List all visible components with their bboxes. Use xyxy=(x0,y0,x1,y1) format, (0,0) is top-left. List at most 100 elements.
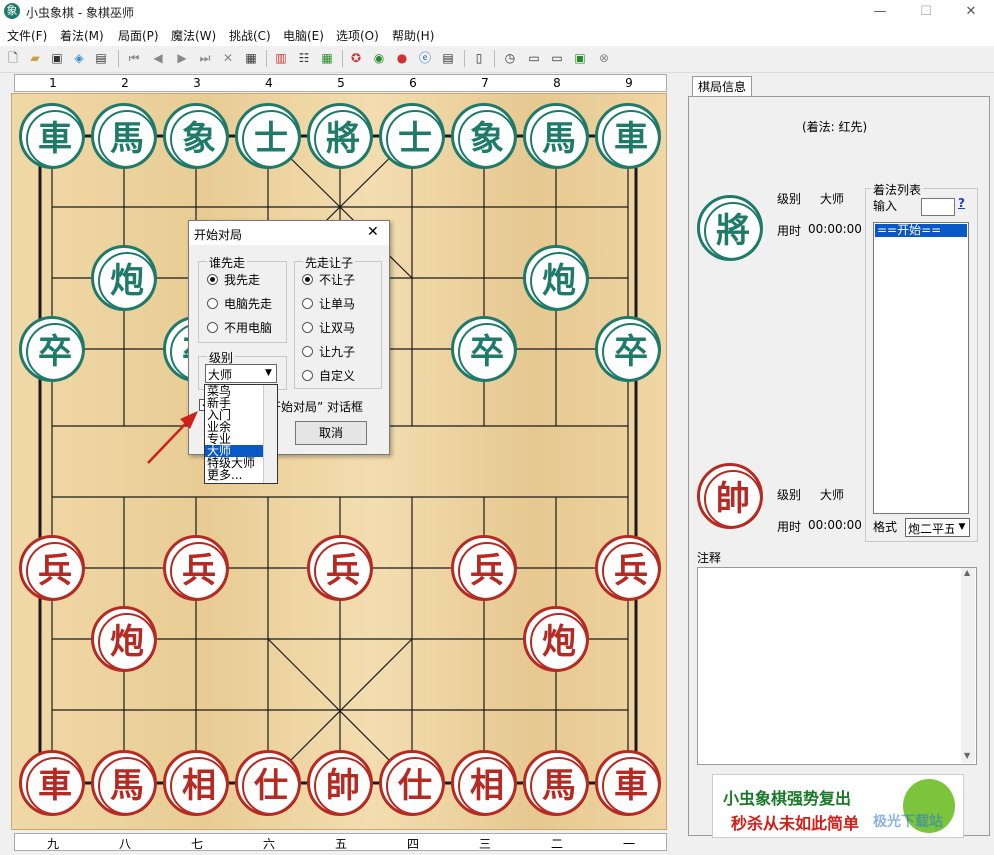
first-move-icon[interactable]: ⏮ xyxy=(126,50,142,66)
file-label: 二 xyxy=(550,837,563,851)
red-soldier[interactable]: 兵 xyxy=(163,535,229,601)
ad-banner[interactable]: 小虫象棋强势复出 秒杀从未如此简单 极光下载站 xyxy=(712,774,964,838)
red-cannon[interactable]: 炮 xyxy=(91,606,157,672)
prev-move-icon[interactable]: ◀ xyxy=(150,50,166,66)
red-soldier[interactable]: 兵 xyxy=(451,535,517,601)
menu-help[interactable]: 帮助(H) xyxy=(392,27,434,44)
black-general[interactable]: 將 xyxy=(307,103,373,169)
scroll-up-icon[interactable]: ▲ xyxy=(964,568,970,577)
stop-icon[interactable]: ⊗ xyxy=(596,50,612,66)
radio-two-horses[interactable]: 让双马 xyxy=(302,319,355,336)
menu-position[interactable]: 局面(P) xyxy=(118,27,159,44)
red-cannon[interactable]: 炮 xyxy=(523,606,589,672)
notes-textarea[interactable] xyxy=(697,567,977,765)
menu-file[interactable]: 文件(F) xyxy=(7,27,47,44)
file-label: 3 xyxy=(193,76,201,90)
weibo-icon[interactable]: ● xyxy=(394,50,410,66)
cancel-button[interactable]: 取消 xyxy=(295,421,367,445)
red-elephant[interactable]: 相 xyxy=(163,750,229,816)
black-elephant[interactable]: 象 xyxy=(451,103,517,169)
file-label: 八 xyxy=(118,837,131,851)
black-advisor[interactable]: 士 xyxy=(379,103,445,169)
engine-icon[interactable]: ✪ xyxy=(348,50,364,66)
file-label: 8 xyxy=(553,76,561,90)
chevron-down-icon[interactable]: ▼ xyxy=(956,519,968,536)
computer-icon[interactable]: ▭ xyxy=(526,50,542,66)
book-icon[interactable]: ◈ xyxy=(71,50,87,66)
red-elephant[interactable]: 相 xyxy=(451,750,517,816)
export-icon[interactable]: ▤ xyxy=(440,50,456,66)
black-horse[interactable]: 馬 xyxy=(523,103,589,169)
delete-icon[interactable]: ✕ xyxy=(220,50,236,66)
notes-scrollbar[interactable]: ▲ ▼ xyxy=(961,568,975,763)
tab-game-info[interactable]: 棋局信息 xyxy=(692,76,752,97)
chess-board[interactable]: 車 馬 象 士 將 士 象 馬 車 炮 炮 卒 卒 卒 卒 兵 兵 兵 兵 兵 … xyxy=(11,93,667,830)
clock-icon[interactable]: ◷ xyxy=(502,50,518,66)
red-soldier[interactable]: 兵 xyxy=(307,535,373,601)
red-soldier[interactable]: 兵 xyxy=(19,535,85,601)
save-icon[interactable]: ▣ xyxy=(49,50,65,66)
manual-icon[interactable]: ▯ xyxy=(471,50,487,66)
computer2-icon[interactable]: ▭ xyxy=(549,50,565,66)
red-level-value: 大师 xyxy=(820,488,845,502)
properties-icon[interactable]: ▤ xyxy=(93,50,109,66)
black-horse[interactable]: 馬 xyxy=(91,103,157,169)
edit-board-icon[interactable]: ▥ xyxy=(273,50,289,66)
black-chariot[interactable]: 車 xyxy=(595,103,661,169)
red-horse[interactable]: 馬 xyxy=(91,750,157,816)
red-general[interactable]: 帥 xyxy=(307,750,373,816)
red-soldier[interactable]: 兵 xyxy=(595,535,661,601)
menu-computer[interactable]: 电脑(E) xyxy=(283,27,324,44)
browser-icon[interactable]: ⓔ xyxy=(417,50,433,66)
tree-icon[interactable]: ☷ xyxy=(296,50,312,66)
chevron-down-icon[interactable]: ▼ xyxy=(262,365,275,381)
clipboard-icon[interactable]: ▦ xyxy=(243,50,259,66)
menu-options[interactable]: 选项(O) xyxy=(336,27,379,44)
menu-bar: 文件(F) 着法(M) 局面(P) 魔法(W) 挑战(C) 电脑(E) 选项(O… xyxy=(0,24,994,46)
level-dropdown-list[interactable]: 菜鸟 新手 入门 业余 专业 大师 特级大师 更多... xyxy=(204,384,278,484)
black-soldier[interactable]: 卒 xyxy=(451,316,517,382)
menu-magic[interactable]: 魔法(W) xyxy=(171,27,216,44)
move-item-selected[interactable]: ==开始== xyxy=(875,224,967,237)
grid-icon[interactable]: ▦ xyxy=(319,50,335,66)
format-select[interactable]: 炮二平五 ▼ xyxy=(905,518,970,537)
black-elephant[interactable]: 象 xyxy=(163,103,229,169)
scroll-down-icon[interactable]: ▼ xyxy=(964,751,970,760)
black-cannon[interactable]: 炮 xyxy=(523,245,589,311)
last-move-icon[interactable]: ⏭ xyxy=(197,50,213,66)
close-button[interactable]: ✕ xyxy=(948,0,994,24)
radio-one-horse[interactable]: 让单马 xyxy=(302,295,355,312)
minimize-button[interactable]: — xyxy=(857,0,903,24)
open-folder-icon[interactable]: ▰ xyxy=(27,50,43,66)
next-move-icon[interactable]: ▶ xyxy=(174,50,190,66)
black-chariot[interactable]: 車 xyxy=(19,103,85,169)
move-input[interactable] xyxy=(921,198,955,216)
maximize-button[interactable]: ☐ xyxy=(903,0,949,24)
radio-nine-pieces[interactable]: 让九子 xyxy=(302,343,355,360)
search-icon[interactable]: ◉ xyxy=(371,50,387,66)
black-cannon[interactable]: 炮 xyxy=(91,245,157,311)
dialog-close-icon[interactable]: ✕ xyxy=(367,224,379,240)
red-advisor[interactable]: 仕 xyxy=(379,750,445,816)
radio-me-first[interactable]: 我先走 xyxy=(207,271,260,288)
level-select[interactable]: 大师 ▼ xyxy=(205,364,277,383)
radio-no-handicap[interactable]: 不让子 xyxy=(302,271,355,288)
red-chariot[interactable]: 車 xyxy=(595,750,661,816)
moves-list[interactable]: ==开始== xyxy=(873,222,969,514)
file-labels-bottom: 九 八 七 六 五 四 三 二 一 xyxy=(14,833,667,851)
black-soldier[interactable]: 卒 xyxy=(595,316,661,382)
radio-custom[interactable]: 自定义 xyxy=(302,367,355,384)
radio-computer-first[interactable]: 电脑先走 xyxy=(207,295,272,312)
red-advisor[interactable]: 仕 xyxy=(235,750,301,816)
red-horse[interactable]: 馬 xyxy=(523,750,589,816)
monitor-icon[interactable]: ▣ xyxy=(572,50,588,66)
help-link[interactable]: ? xyxy=(958,196,965,210)
radio-no-computer[interactable]: 不用电脑 xyxy=(207,319,272,336)
black-soldier[interactable]: 卒 xyxy=(19,316,85,382)
red-chariot[interactable]: 車 xyxy=(19,750,85,816)
black-advisor[interactable]: 士 xyxy=(235,103,301,169)
menu-challenge[interactable]: 挑战(C) xyxy=(229,27,271,44)
menu-moves[interactable]: 着法(M) xyxy=(60,27,104,44)
new-file-icon[interactable]: 🗋 xyxy=(5,50,21,66)
dropdown-scrollbar[interactable] xyxy=(263,385,277,483)
